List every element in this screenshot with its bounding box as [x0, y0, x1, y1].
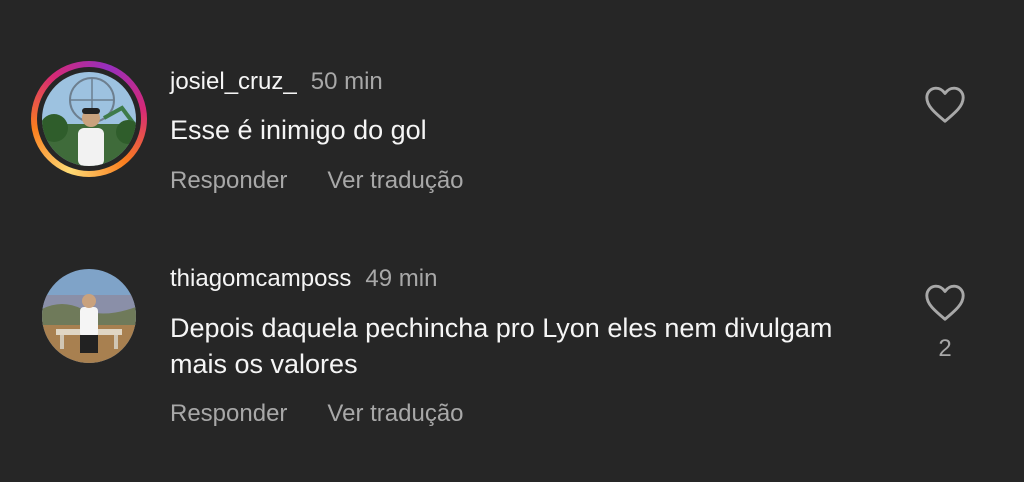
see-translation-button[interactable]: Ver tradução: [327, 167, 463, 194]
comment-text: Esse é inimigo do gol: [170, 115, 427, 145]
username[interactable]: josiel_cruz_: [170, 68, 297, 95]
like-button[interactable]: [918, 84, 972, 137]
comment-list: josiel_cruz_ 50 min Esse é inimigo do gol…: [0, 0, 1024, 482]
timestamp: 50 min: [310, 68, 383, 95]
comment-item: josiel_cruz_ 50 min Esse é inimigo do gol…: [0, 0, 1024, 240]
heart-outline-icon: [925, 284, 965, 321]
comment-item: thiagomcamposs 49 min Depois daquela pech…: [0, 240, 1024, 482]
comment-actions: Responder Ver tradução: [170, 167, 464, 195]
heart-outline-icon: [925, 86, 965, 123]
reply-button[interactable]: Responder: [170, 167, 287, 194]
comment-header: thiagomcamposs 49 min: [170, 265, 437, 293]
like-button[interactable]: 2: [918, 282, 972, 363]
comment-header: josiel_cruz_ 50 min: [170, 68, 383, 96]
reply-button[interactable]: Responder: [170, 400, 287, 427]
avatar[interactable]: [42, 269, 136, 363]
username[interactable]: thiagomcamposs: [170, 265, 351, 292]
comment-actions: Responder Ver tradução: [170, 400, 464, 428]
like-count: 2: [938, 335, 952, 362]
timestamp: 49 min: [365, 265, 438, 292]
see-translation-button[interactable]: Ver tradução: [327, 400, 463, 427]
avatar[interactable]: [42, 72, 136, 166]
comment-text: Depois daquela pechincha pro Lyon eles n…: [170, 313, 833, 379]
